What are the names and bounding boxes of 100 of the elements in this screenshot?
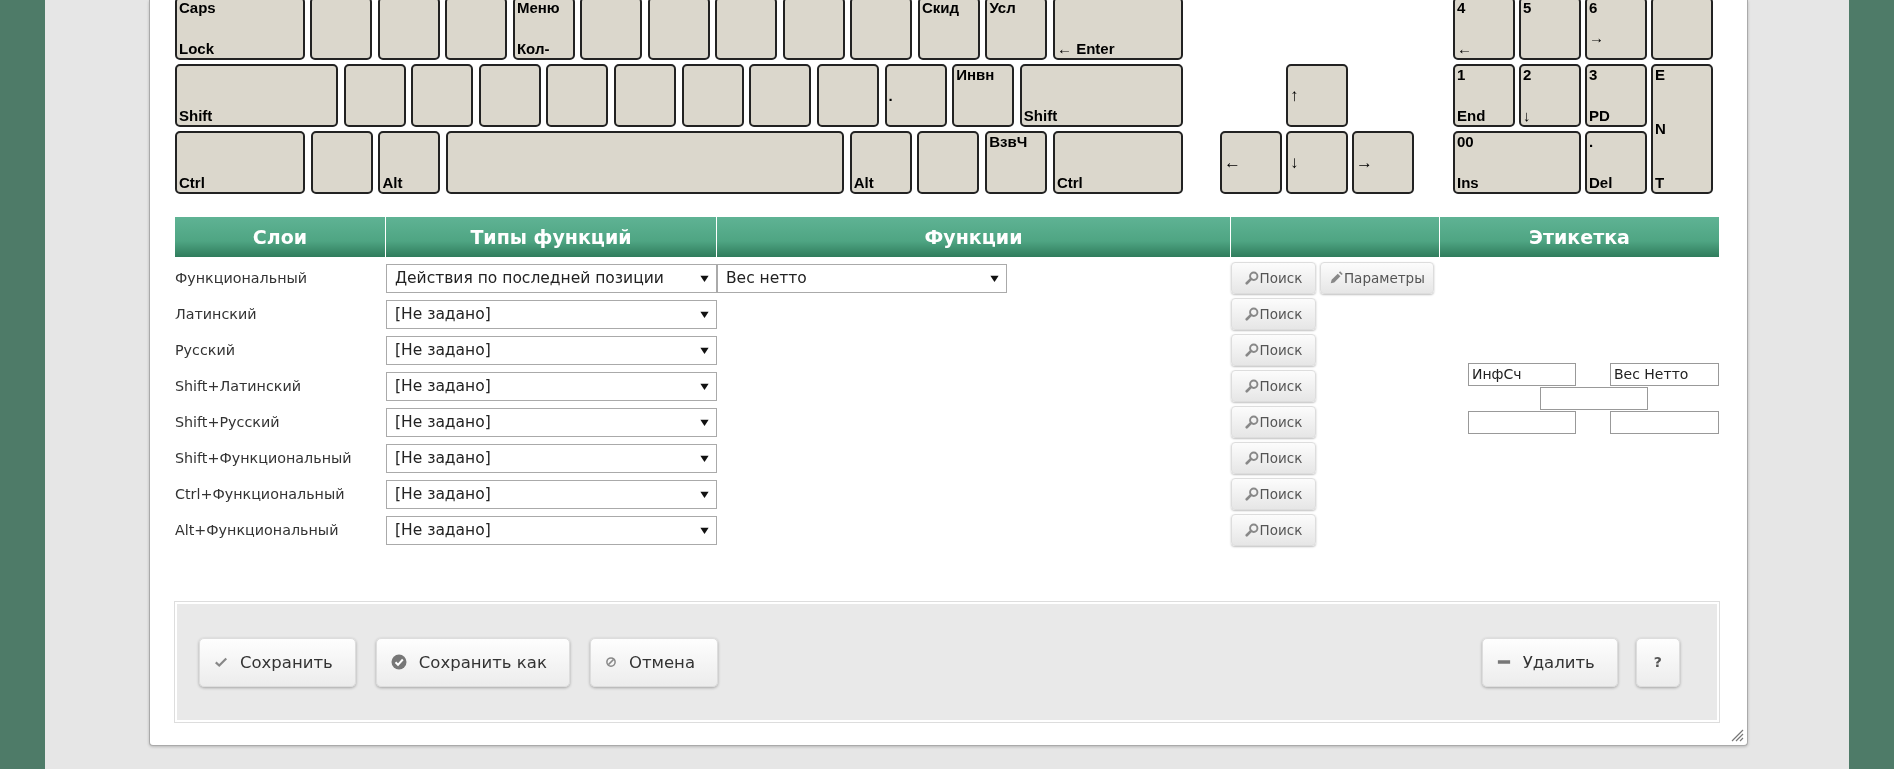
help-button[interactable]: ? <box>1635 637 1680 687</box>
function-type-dropdown[interactable]: [Не задано] <box>385 479 717 509</box>
layer-name: Shift+Латинский <box>174 378 302 394</box>
keyboard-key[interactable] <box>816 64 879 127</box>
keyboard-key[interactable]: . <box>884 64 947 127</box>
keyboard-key[interactable]: Ctrl <box>1052 131 1183 194</box>
keyboard-key[interactable]: ↑ <box>1285 64 1348 127</box>
keyboard-key[interactable]: 3 PD <box>1584 64 1647 127</box>
function-type-dropdown[interactable]: [Не задано] <box>385 299 717 329</box>
keyboard-key[interactable] <box>850 0 913 60</box>
column-header: Слои <box>174 217 385 257</box>
search-icon <box>1244 415 1259 429</box>
keyboard-key[interactable] <box>715 0 778 60</box>
save-button[interactable]: Сохранить <box>198 637 356 687</box>
keyboard-key[interactable] <box>377 0 440 60</box>
parameters-button[interactable]: Параметры <box>1319 262 1434 294</box>
search-icon <box>1244 523 1259 537</box>
search-button[interactable]: Поиск <box>1230 370 1316 402</box>
keyboard-key[interactable]: ВзвЧ <box>985 131 1048 194</box>
keyboard-key[interactable]: 6 → <box>1584 0 1647 60</box>
keyboard-key[interactable] <box>343 64 406 127</box>
keyboard-key[interactable] <box>310 0 373 60</box>
keyboard-key[interactable] <box>681 64 744 127</box>
keyboard-key[interactable] <box>647 0 710 60</box>
keyboard-key[interactable] <box>411 64 474 127</box>
keyboard-key[interactable]: Alt <box>378 131 441 194</box>
search-button[interactable]: Поиск <box>1230 298 1316 330</box>
search-icon <box>1244 487 1259 501</box>
keyboard-key[interactable]: ↓ <box>1285 131 1348 194</box>
keyboard-key[interactable] <box>546 64 609 127</box>
keyboard-key[interactable]: Shift <box>174 64 338 127</box>
resize-grip-icon[interactable] <box>1730 729 1744 742</box>
keyboard-key[interactable] <box>614 64 677 127</box>
search-button[interactable]: Поиск <box>1230 478 1316 510</box>
search-icon <box>1244 379 1259 393</box>
label-field[interactable] <box>1539 386 1648 410</box>
keyboard-key[interactable] <box>917 131 980 194</box>
keyboard-key[interactable] <box>478 64 541 127</box>
cancel-button[interactable]: Отмена <box>589 637 718 687</box>
keyboard-key[interactable] <box>445 0 508 60</box>
keyboard-key[interactable]: Ctrl <box>174 131 305 194</box>
keyboard-key[interactable]: ← <box>1219 131 1282 194</box>
function-type-dropdown[interactable]: [Не задано] <box>385 407 717 437</box>
layer-name: Alt+Функциональный <box>174 522 340 538</box>
keyboard-key[interactable]: 00 Ins <box>1452 131 1581 194</box>
keyboard-key[interactable] <box>446 131 845 194</box>
label-field[interactable] <box>1467 410 1576 434</box>
keyboard-key[interactable] <box>782 0 845 60</box>
keyboard-key[interactable] <box>310 131 373 194</box>
layer-name: Shift+Русский <box>174 414 281 430</box>
save-as-button[interactable]: Сохранить как <box>375 637 570 687</box>
column-header: Функции <box>716 217 1230 257</box>
column-header: Этикетка <box>1439 217 1719 257</box>
check-icon <box>213 655 228 669</box>
keyboard-key[interactable]: E N T <box>1650 64 1713 194</box>
search-button[interactable]: Поиск <box>1230 334 1316 366</box>
search-icon <box>1244 307 1259 321</box>
search-icon <box>1244 343 1259 357</box>
search-icon <box>1244 271 1259 285</box>
keyboard-key[interactable]: Скид <box>917 0 980 60</box>
function-type-dropdown[interactable]: Действия по последней позиции <box>385 263 717 293</box>
keyboard-key[interactable]: Усл <box>985 0 1048 60</box>
function-type-dropdown[interactable]: [Не задано] <box>385 515 717 545</box>
search-button[interactable]: Поиск <box>1230 406 1316 438</box>
keyboard-key[interactable]: ← Enter <box>1052 0 1183 60</box>
function-type-dropdown[interactable]: [Не задано] <box>385 371 717 401</box>
function-type-dropdown[interactable]: [Не задано] <box>385 443 717 473</box>
keyboard-key[interactable]: Shift <box>1019 64 1183 127</box>
function-dropdown[interactable]: Вес нетто <box>716 263 1007 293</box>
layer-name: Ctrl+Функциональный <box>174 486 346 502</box>
layer-name: Shift+Функциональный <box>174 450 353 466</box>
check-circle-icon <box>390 654 407 670</box>
label-field[interactable]: Вес Нетто <box>1609 362 1719 386</box>
keyboard-key[interactable]: Инвн <box>952 64 1015 127</box>
layer-name: Функциональный <box>174 270 309 286</box>
keyboard-key[interactable]: Caps Lock <box>174 0 305 60</box>
keyboard-key[interactable]: 1 End <box>1452 64 1515 127</box>
keyboard-key[interactable]: Меню Кол- <box>512 0 575 60</box>
keyboard-key[interactable]: 2 ↓ <box>1518 64 1581 127</box>
cancel-icon <box>604 656 617 668</box>
label-field[interactable] <box>1609 410 1719 434</box>
keyboard-key[interactable]: Alt <box>849 131 912 194</box>
delete-button[interactable]: Удалить <box>1481 637 1618 687</box>
function-type-dropdown[interactable]: [Не задано] <box>385 335 717 365</box>
layer-name: Латинский <box>174 306 258 322</box>
column-header: Типы функций <box>385 217 716 257</box>
keyboard-key[interactable]: . Del <box>1584 131 1647 194</box>
keyboard-key[interactable]: 5 <box>1518 0 1581 60</box>
search-icon <box>1244 451 1259 465</box>
keyboard-key[interactable]: → <box>1351 131 1414 194</box>
layer-name: Русский <box>174 342 236 358</box>
keyboard-key[interactable] <box>749 64 812 127</box>
keyboard-key[interactable]: 4 ← <box>1452 0 1515 60</box>
pencil-icon <box>1328 271 1343 285</box>
keyboard-key[interactable] <box>580 0 643 60</box>
label-field[interactable]: ИнфСч <box>1467 362 1576 386</box>
keyboard-key[interactable] <box>1650 0 1713 60</box>
search-button[interactable]: Поиск <box>1230 262 1316 294</box>
search-button[interactable]: Поиск <box>1230 442 1316 474</box>
search-button[interactable]: Поиск <box>1230 514 1316 546</box>
